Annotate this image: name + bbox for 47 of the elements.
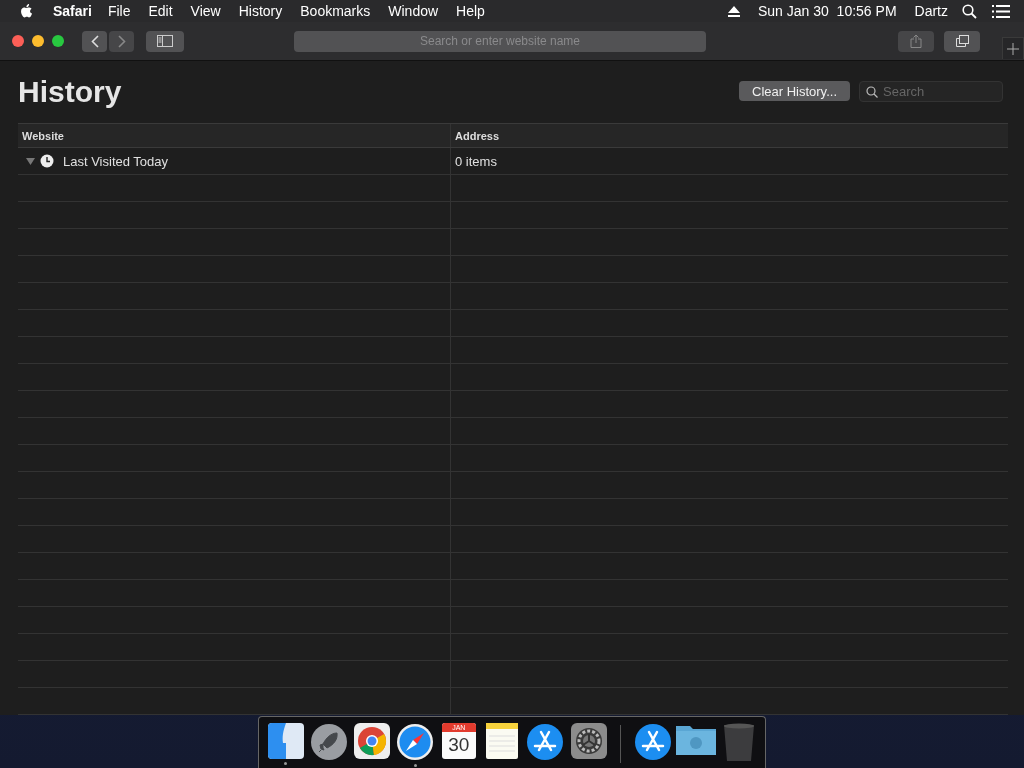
trash-icon[interactable]	[724, 723, 755, 761]
menu-item[interactable]: History	[238, 3, 283, 19]
browser-icon[interactable]	[354, 723, 391, 759]
search-icon	[866, 85, 878, 98]
notepad-icon[interactable]	[486, 723, 519, 759]
table-cell: Last Visited Today	[63, 153, 169, 169]
close-button[interactable]	[12, 35, 24, 47]
chevron-left-icon	[90, 34, 99, 48]
disclosure-triangle-icon[interactable]	[26, 156, 35, 166]
menu-item[interactable]: Edit	[148, 3, 173, 19]
minimize-button[interactable]	[32, 35, 44, 47]
column-header[interactable]: Address	[451, 124, 1008, 147]
menu-item[interactable]: Help	[456, 3, 485, 19]
clock[interactable]: Sun Jan 30 10:56 PM	[758, 3, 897, 19]
user-name[interactable]: Dartz	[914, 3, 948, 19]
chevron-right-icon	[117, 34, 126, 48]
gear-icon[interactable]	[570, 723, 607, 759]
clear-history-button[interactable]: Clear History...	[739, 81, 850, 101]
column-header[interactable]: Website	[18, 124, 451, 147]
eject-icon[interactable]	[728, 5, 740, 17]
new-tab-button[interactable]	[1002, 37, 1024, 59]
folder-icon[interactable]	[676, 723, 717, 755]
share-icon	[910, 34, 922, 48]
finder-icon[interactable]	[267, 723, 304, 759]
plus-icon	[1007, 42, 1019, 55]
back-button[interactable]	[82, 30, 107, 52]
search-icon[interactable]	[962, 3, 977, 19]
rocket-icon[interactable]	[309, 723, 348, 761]
sidebar-button[interactable]	[146, 30, 184, 52]
page-title: History	[18, 75, 122, 109]
compass-icon[interactable]	[396, 723, 435, 761]
app-menu[interactable]: Safari	[53, 3, 92, 19]
menu-item[interactable]: Bookmarks	[300, 3, 371, 19]
search-field[interactable]: Search	[859, 80, 1003, 102]
menu-item[interactable]: File	[107, 3, 131, 19]
tabs-icon	[955, 35, 969, 47]
app-store-icon[interactable]	[526, 723, 565, 761]
tabs-button[interactable]	[944, 30, 980, 52]
clock-icon	[40, 154, 54, 168]
sidebar-icon	[157, 35, 173, 47]
zoom-button[interactable]	[52, 35, 64, 47]
apple-icon[interactable]	[20, 3, 34, 19]
menu-item[interactable]: View	[190, 3, 221, 19]
table-cell: 0 items	[455, 153, 497, 169]
list-icon[interactable]	[992, 4, 1010, 18]
menu-item[interactable]: Window	[388, 3, 439, 19]
app-store-icon[interactable]	[633, 723, 672, 761]
